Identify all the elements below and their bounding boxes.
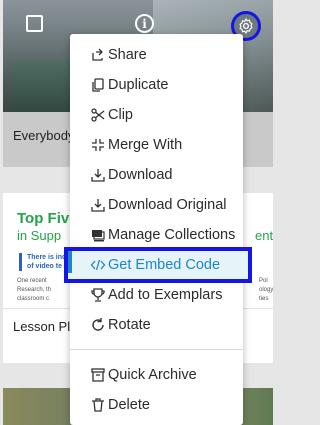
- doc-highlight-line: of video te: [27, 263, 63, 270]
- menu-item-duplicate[interactable]: Duplicate: [70, 70, 243, 100]
- duplicate-icon: [89, 77, 106, 94]
- doc-right-line: Pol: [259, 278, 268, 284]
- download-icon: [89, 197, 106, 214]
- code-icon: [89, 257, 106, 274]
- menu-item-label: Rotate: [108, 317, 151, 333]
- doc-right-line: ology: [259, 287, 273, 293]
- menu-item-label: Add to Exemplars: [108, 287, 223, 303]
- menu-item-label: Duplicate: [108, 77, 169, 93]
- active-indicator: [68, 251, 72, 273]
- doc-quote-bar: [19, 253, 22, 271]
- gear-glyph: [239, 18, 253, 34]
- menu-item-quick-archive[interactable]: Quick Archive: [70, 360, 243, 390]
- rotate-icon: [89, 317, 106, 334]
- doc-right-line: ties: [259, 296, 269, 302]
- menu-item-label: Download Original: [108, 197, 227, 213]
- card-title[interactable]: Everybody: [13, 128, 74, 143]
- doc-body-line: One recent: [17, 278, 47, 284]
- select-checkbox[interactable]: [26, 15, 43, 32]
- menu-separator: [70, 349, 243, 350]
- doc-highlight-line: There is ind: [27, 254, 67, 261]
- menu-item-label: Merge With: [108, 137, 183, 153]
- card-title[interactable]: Lesson Pla: [13, 319, 77, 334]
- context-menu: Share Duplicate Clip Merge With Download…: [64, 34, 252, 425]
- doc-subheading: in Supp: [17, 228, 62, 243]
- menu-item-download[interactable]: Download: [70, 160, 243, 190]
- menu-item-label: Quick Archive: [108, 367, 197, 383]
- menu-item-label: Clip: [108, 107, 133, 123]
- menu-item-download-original[interactable]: Download Original: [70, 190, 243, 220]
- collections-icon: [89, 227, 106, 244]
- archive-icon: [89, 367, 106, 384]
- trophy-icon: [89, 287, 106, 304]
- menu-item-add-to-exemplars[interactable]: Add to Exemplars: [70, 280, 243, 310]
- doc-body-line: Research, th: [17, 287, 52, 293]
- scissors-icon: [89, 107, 106, 124]
- menu-item-share[interactable]: Share: [70, 40, 243, 70]
- menu-item-label: Download: [108, 167, 173, 183]
- menu-item-delete[interactable]: Delete: [70, 390, 243, 420]
- download-icon: [89, 167, 106, 184]
- doc-heading: Top Five: [17, 210, 78, 227]
- info-icon[interactable]: i: [135, 14, 154, 33]
- merge-icon: [89, 137, 106, 154]
- share-icon: [89, 47, 106, 64]
- menu-item-merge-with[interactable]: Merge With: [70, 130, 243, 160]
- menu-item-label: Get Embed Code: [108, 257, 221, 273]
- menu-item-label: Manage Collections: [108, 227, 236, 243]
- trash-icon: [89, 397, 106, 414]
- menu-item-manage-collections[interactable]: Manage Collections: [70, 220, 243, 250]
- menu-item-label: Delete: [108, 397, 150, 413]
- doc-right-heading: ent: [255, 228, 273, 243]
- doc-body-line: classroom c: [17, 296, 50, 302]
- menu-item-get-embed-code[interactable]: Get Embed Code: [64, 247, 252, 283]
- menu-item-clip[interactable]: Clip: [70, 100, 243, 130]
- menu-item-label: Share: [108, 47, 147, 63]
- menu-item-rotate[interactable]: Rotate: [70, 310, 243, 340]
